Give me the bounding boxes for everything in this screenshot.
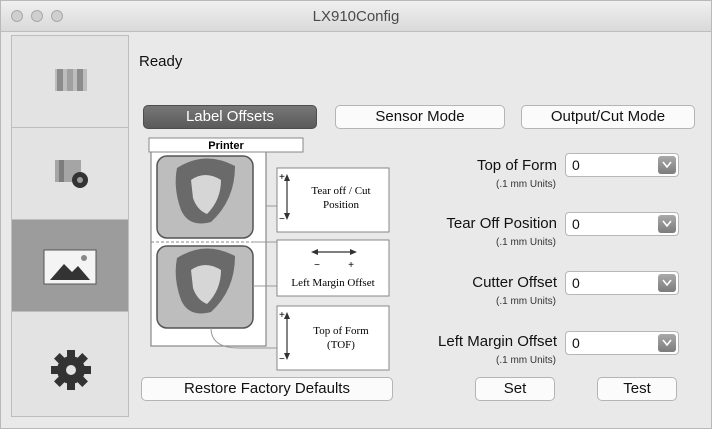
gear-icon (51, 350, 91, 390)
status-text: Ready (139, 53, 183, 70)
top-of-form-label: Top of Form (476, 157, 557, 174)
window-title: LX910Config (312, 8, 400, 25)
restore-factory-defaults-button[interactable]: Restore Factory Defaults (141, 377, 393, 401)
chevron-down-icon (658, 156, 676, 174)
printer-settings-icon (55, 160, 88, 188)
sidebar-item-media[interactable] (12, 36, 128, 128)
image-icon (43, 249, 97, 285)
title-bar: LX910Config (1, 1, 711, 32)
sidebar (11, 35, 129, 417)
cutter-offset-unit: (.1 mm Units) (496, 296, 556, 307)
sidebar-item-printer-settings[interactable] (12, 128, 128, 220)
tear-off-label: Tear off / Cut (311, 185, 370, 197)
tof-plus-sign: + (279, 310, 285, 321)
tear-off-position-unit: (.1 mm Units) (496, 237, 556, 248)
tear-off-position-label: Tear Off Position (446, 215, 557, 232)
left-margin-offset-value: 0 (572, 335, 580, 351)
cutter-offset-select[interactable]: 0 (565, 271, 679, 295)
tear-off-position-value: 0 (572, 216, 580, 232)
cutter-offset-label: Cutter Offset (472, 274, 557, 291)
label-roll-icon (55, 69, 87, 91)
sidebar-item-label-offsets[interactable] (12, 220, 128, 312)
config-window: LX910Config Ready Label Offsets Sensor M… (0, 0, 712, 429)
tear-position-label: Position (323, 199, 360, 211)
left-margin-minus-sign: − (314, 260, 320, 271)
set-button[interactable]: Set (475, 377, 555, 401)
chevron-down-icon (658, 274, 676, 292)
tab-output-cut-mode[interactable]: Output/Cut Mode (521, 105, 695, 129)
tof-label: Top of Form (313, 325, 369, 337)
label-offset-diagram: Printer + − Tear off / Cut Position − + … (148, 137, 390, 371)
tear-off-position-select[interactable]: 0 (565, 212, 679, 236)
sidebar-item-general-settings[interactable] (12, 312, 128, 416)
tab-sensor-mode[interactable]: Sensor Mode (335, 105, 505, 129)
tab-label-offsets[interactable]: Label Offsets (143, 105, 317, 129)
tof-abbrev-label: (TOF) (327, 339, 355, 351)
tear-plus-sign: + (279, 172, 285, 183)
tear-minus-sign: − (279, 214, 285, 225)
chevron-down-icon (658, 215, 676, 233)
top-of-form-value: 0 (572, 157, 580, 173)
left-margin-offset-label: Left Margin Offset (291, 277, 374, 289)
cutter-offset-value: 0 (572, 275, 580, 291)
left-margin-offset-unit: (.1 mm Units) (496, 355, 556, 366)
tof-minus-sign: − (279, 354, 285, 365)
test-button[interactable]: Test (597, 377, 677, 401)
chevron-down-icon (658, 334, 676, 352)
top-of-form-unit: (.1 mm Units) (496, 179, 556, 190)
left-margin-offset-label: Left Margin Offset (438, 333, 557, 350)
left-margin-plus-sign: + (348, 260, 354, 271)
printer-label: Printer (208, 140, 244, 152)
left-margin-offset-select[interactable]: 0 (565, 331, 679, 355)
top-of-form-select[interactable]: 0 (565, 153, 679, 177)
